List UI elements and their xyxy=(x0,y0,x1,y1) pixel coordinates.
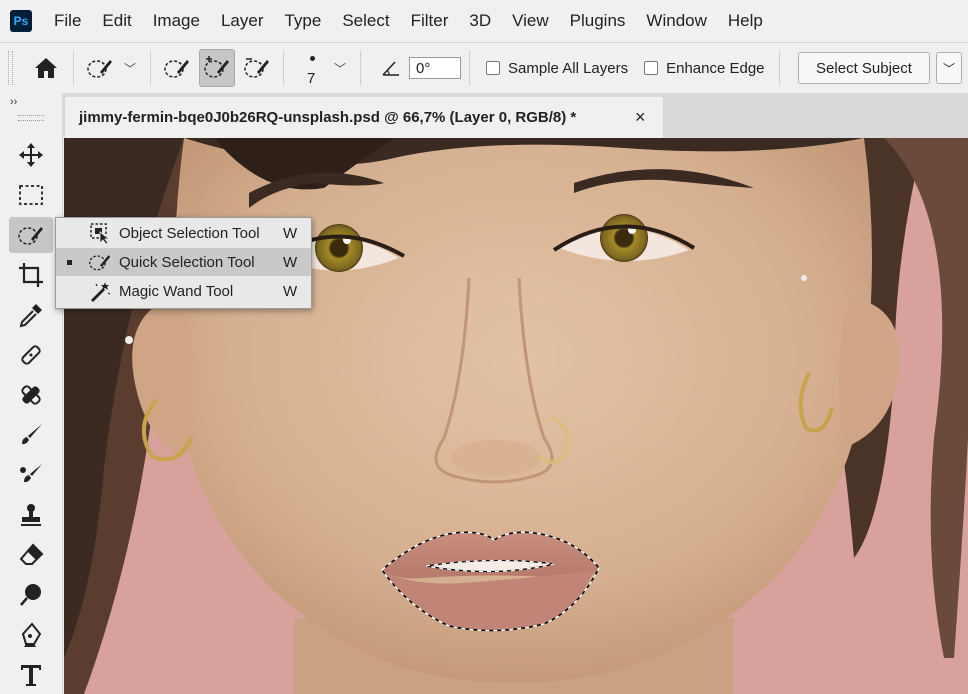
brush-dot-icon xyxy=(310,56,316,61)
crop-tool[interactable] xyxy=(9,257,53,293)
brush-size-picker[interactable]: 7 xyxy=(298,48,328,88)
crop-icon xyxy=(19,263,43,287)
flyout-item-quick-selection[interactable]: Quick Selection Tool W xyxy=(56,248,311,276)
eyedropper-icon xyxy=(19,304,42,328)
document-title: jimmy-fermin-bqe0J0b26RQ-unsplash.psd @ … xyxy=(79,109,577,126)
enhance-edge-label: Enhance Edge xyxy=(666,59,765,77)
flyout-item-magic-wand[interactable]: Magic Wand Tool W xyxy=(56,277,311,305)
separator xyxy=(150,51,152,85)
magic-wand-icon xyxy=(91,282,111,302)
type-tool[interactable] xyxy=(9,657,53,693)
menu-window[interactable]: Window xyxy=(646,11,706,31)
object-selection-icon xyxy=(90,223,111,244)
healing-brush-tool[interactable] xyxy=(9,377,53,413)
flyout-shortcut: W xyxy=(283,253,298,271)
brush-icon xyxy=(22,424,42,445)
separator xyxy=(73,51,74,85)
menu-file[interactable]: File xyxy=(54,11,81,31)
select-subject-dropdown[interactable]: ﹀ xyxy=(936,52,962,84)
quick-selection-icon xyxy=(87,60,112,78)
clone-brush-icon xyxy=(20,464,42,483)
stamp-tool[interactable] xyxy=(9,497,53,533)
move-tool[interactable] xyxy=(9,137,53,173)
menu-filter[interactable]: Filter xyxy=(411,11,449,31)
add-to-selection-icon xyxy=(204,56,230,78)
home-button[interactable] xyxy=(27,49,65,87)
menu-layer[interactable]: Layer xyxy=(221,11,264,31)
flyout-shortcut: W xyxy=(283,282,298,300)
menu-help[interactable]: Help xyxy=(728,11,763,31)
tool-preset-picker[interactable] xyxy=(82,49,118,87)
angle-input[interactable]: 0° xyxy=(409,57,462,79)
menu-select[interactable]: Select xyxy=(342,11,389,31)
brush-size-value: 7 xyxy=(307,70,316,87)
flyout-shortcut: W xyxy=(283,224,298,242)
pen-tool[interactable] xyxy=(9,617,53,653)
type-icon xyxy=(21,665,41,686)
rectangular-marquee-icon xyxy=(19,185,43,205)
tools-panel: ›› xyxy=(0,93,63,694)
document-tab[interactable]: jimmy-fermin-bqe0J0b26RQ-unsplash.psd @ … xyxy=(65,97,663,138)
options-grip[interactable] xyxy=(8,51,13,85)
marquee-tool[interactable] xyxy=(9,177,53,213)
menu-view[interactable]: View xyxy=(512,11,549,31)
eraser-tool[interactable] xyxy=(9,537,53,573)
dodge-tool[interactable] xyxy=(9,577,53,613)
eyedropper-tool[interactable] xyxy=(9,297,53,333)
chevron-down-icon[interactable]: ﹀ xyxy=(124,60,136,77)
menu-plugins[interactable]: Plugins xyxy=(570,11,626,31)
chevron-down-icon: ﹀ xyxy=(942,61,955,76)
flyout-label: Quick Selection Tool xyxy=(119,253,255,271)
eraser-icon xyxy=(19,543,44,565)
menu-3d[interactable]: 3D xyxy=(469,11,491,31)
flyout-label: Object Selection Tool xyxy=(119,224,260,242)
clone-stamp-tool[interactable] xyxy=(9,457,53,493)
spot-healing-tool[interactable] xyxy=(9,337,53,373)
new-selection-button[interactable] xyxy=(159,49,195,87)
menu-type[interactable]: Type xyxy=(284,11,321,31)
add-to-selection-button[interactable] xyxy=(199,49,236,87)
dodge-icon xyxy=(20,584,41,606)
home-icon xyxy=(35,58,57,78)
selection-tools-flyout: Object Selection Tool W Quick Selection … xyxy=(55,217,312,309)
quick-selection-icon xyxy=(18,227,43,245)
menu-bar: Ps File Edit Image Layer Type Select Fil… xyxy=(0,0,968,42)
close-icon[interactable]: × xyxy=(635,107,646,128)
expand-panel-icon[interactable]: ›› xyxy=(10,96,17,108)
sample-all-layers-label: Sample All Layers xyxy=(508,59,629,77)
angle-icon xyxy=(382,61,400,76)
select-subject-button[interactable]: Select Subject xyxy=(798,52,930,84)
quick-selection-icon xyxy=(89,255,111,271)
selected-bullet-icon xyxy=(67,259,72,265)
separator xyxy=(360,51,362,85)
separator xyxy=(778,51,780,85)
new-selection-icon xyxy=(164,60,190,78)
photoshop-logo: Ps xyxy=(10,10,32,32)
quick-selection-tool[interactable] xyxy=(9,217,53,253)
separator xyxy=(283,51,285,85)
toolbar-grip[interactable] xyxy=(18,115,44,121)
move-icon xyxy=(19,143,43,167)
flyout-label: Magic Wand Tool xyxy=(119,282,234,300)
options-bar: ﹀ 7 ﹀ 0° Sample All Layers Enhance Edge … xyxy=(0,42,968,94)
chevron-down-icon[interactable]: ﹀ xyxy=(334,60,346,77)
sample-all-layers-checkbox[interactable] xyxy=(486,61,501,75)
menu-image[interactable]: Image xyxy=(153,11,200,31)
bandage-icon xyxy=(21,345,41,365)
healing-brush-icon xyxy=(21,385,41,405)
brush-tool[interactable] xyxy=(9,417,53,453)
separator xyxy=(469,51,471,85)
flyout-item-object-selection[interactable]: Object Selection Tool W xyxy=(56,219,311,247)
stamp-icon xyxy=(21,504,41,526)
document-tab-bar: jimmy-fermin-bqe0J0b26RQ-unsplash.psd @ … xyxy=(62,93,968,138)
pen-icon xyxy=(21,622,42,647)
menu-edit[interactable]: Edit xyxy=(102,11,131,31)
enhance-edge-checkbox[interactable] xyxy=(644,61,659,75)
subtract-from-selection-button[interactable] xyxy=(239,49,275,87)
subtract-from-selection-icon xyxy=(244,58,270,78)
